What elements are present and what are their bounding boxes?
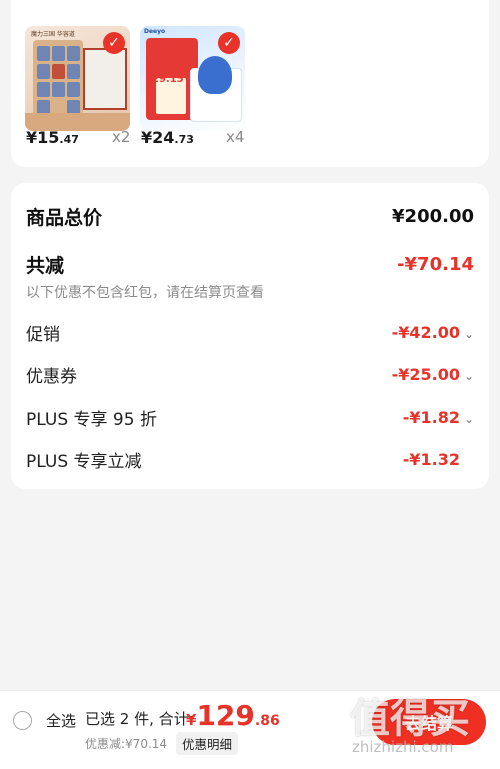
price-decimal: .47	[59, 133, 79, 146]
product-quantity-2: x4	[226, 128, 245, 146]
selected-check-icon[interactable]: ✓	[218, 32, 240, 54]
price-integer: 24	[152, 128, 175, 147]
discount-summary: 优惠减:¥70.14	[85, 737, 168, 751]
selected-check-icon[interactable]: ✓	[103, 32, 125, 54]
goods-total-row: 商品总价 ¥200.00	[26, 203, 474, 230]
thumbnail-label: 魔力三国 华容道	[31, 31, 75, 38]
yen-sign: ¥	[141, 128, 153, 147]
total-reduction-row: 共减 -¥70.14	[26, 251, 474, 278]
watermark-url: zhizhizhi.com	[352, 738, 454, 756]
discount-row-plus-reduce: PLUS 专享立减 -¥1.32	[26, 447, 474, 472]
yen-sign: ¥	[26, 128, 38, 147]
select-all-label[interactable]: 全选	[46, 710, 76, 731]
selected-count: 已选 2 件, 合计:	[85, 710, 194, 728]
discount-label: 促销	[26, 325, 60, 345]
discount-label: PLUS 专享 95 折	[26, 410, 157, 430]
discount-row-coupon[interactable]: 优惠券 -¥25.00 ⌄	[26, 362, 474, 387]
discount-row-plus-95[interactable]: PLUS 专享 95 折 -¥1.82 ⌄	[26, 405, 474, 430]
chevron-down-icon[interactable]: ⌄	[464, 369, 474, 383]
total-decimal: .86	[254, 713, 280, 729]
puzzle-box-image	[83, 48, 127, 110]
discount-value: -¥25.00	[391, 365, 460, 384]
goods-total-value: ¥200.00	[392, 206, 474, 227]
goods-total-label: 商品总价	[26, 207, 103, 229]
chevron-down-icon[interactable]: ⌄	[464, 412, 474, 426]
yen-sign: ¥	[186, 711, 197, 729]
chevron-down-icon[interactable]: ⌄	[464, 327, 474, 341]
total-reduction-label: 共减	[26, 255, 65, 277]
discount-value: -¥42.00	[391, 323, 460, 342]
discount-label: 优惠券	[26, 367, 77, 387]
penguin-mascot-image	[198, 56, 232, 94]
discount-detail-button[interactable]: 优惠明细	[176, 732, 239, 755]
product-quantity-1: x2	[112, 128, 131, 146]
discount-label: PLUS 专享立减	[26, 452, 142, 472]
discount-row-promotion[interactable]: 促销 -¥42.00 ⌄	[26, 320, 474, 345]
total-amount: ¥129.86	[186, 699, 280, 732]
price-integer: 15	[37, 128, 60, 147]
discount-value: -¥1.82	[402, 408, 460, 427]
puzzle-board-image	[33, 40, 83, 120]
thumbnail-price: 29.15	[152, 74, 184, 85]
thumbnail-brand: Deeyo	[144, 28, 166, 35]
price-decimal: .73	[174, 133, 194, 146]
watermark-logo: 值得买	[350, 696, 470, 742]
product-price-1: ¥15.47	[26, 128, 79, 147]
select-all-radio[interactable]	[13, 711, 32, 730]
product-price-2: ¥24.73	[141, 128, 194, 147]
total-reduction-value: -¥70.14	[397, 254, 474, 275]
discount-value: -¥1.32	[402, 450, 460, 469]
product-thumbnail-1[interactable]: 魔力三国 华容道 ✓	[25, 26, 130, 131]
product-thumbnail-2[interactable]: Deeyo 29.15 ✓	[140, 26, 245, 131]
total-integer: 129	[196, 699, 255, 732]
reduction-note: 以下优惠不包含红包，请在结算页查看	[26, 285, 264, 301]
